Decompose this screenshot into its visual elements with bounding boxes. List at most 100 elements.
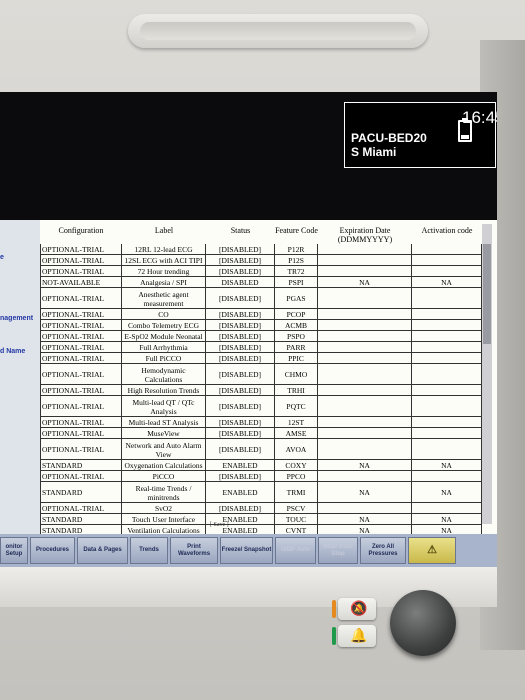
col-expiration-cell[interactable] (318, 417, 412, 428)
left-menu-item[interactable]: e (0, 254, 4, 261)
col-activation-cell[interactable]: NA (412, 514, 482, 525)
col-activation-cell[interactable] (412, 396, 482, 417)
save-button[interactable]: [ Save ] (210, 522, 229, 528)
col-activation-cell[interactable] (412, 320, 482, 331)
col-expiration-cell[interactable] (318, 471, 412, 482)
table-row[interactable]: OPTIONAL-TRIAL Network and Auto Alarm Vie… (40, 439, 482, 460)
col-activation-cell[interactable] (412, 342, 482, 353)
table-row[interactable]: OPTIONAL-TRIAL 12RL 12-lead ECG [DISABLED]… (40, 244, 482, 255)
col-activation-cell[interactable] (412, 244, 482, 255)
table-row[interactable]: STANDARD Touch User Interface ENABLED TOUC N… (40, 514, 482, 525)
col-expiration-cell[interactable] (318, 385, 412, 396)
col-activation-cell[interactable]: NA (412, 482, 482, 503)
col-expiration-cell[interactable] (318, 288, 412, 309)
softkey[interactable]: Trends (130, 537, 168, 564)
table-row[interactable]: STANDARD Oxygenation Calculations ENABLED C… (40, 460, 482, 471)
col-activation-cell[interactable] (412, 385, 482, 396)
col-expiration-cell[interactable] (318, 353, 412, 364)
col-activation-cell[interactable] (412, 417, 482, 428)
softkey[interactable]: Data & Pages (77, 537, 128, 564)
col-expiration-cell[interactable] (318, 342, 412, 353)
col-expiration-cell[interactable] (318, 320, 412, 331)
table-row[interactable]: OPTIONAL-TRIAL Full Arrhythmia [DISABLED] P… (40, 342, 482, 353)
table-row[interactable]: OPTIONAL-TRIAL PiCCO [DISABLED] PPCO (40, 471, 482, 482)
left-menu-item[interactable]: nagement (0, 315, 33, 322)
monitor-handle (128, 14, 428, 48)
col-activation-cell[interactable] (412, 331, 482, 342)
col-label-cell: 12SL ECG with ACI TIPI (122, 255, 206, 266)
table-row[interactable]: OPTIONAL-TRIAL Full PiCCO [DISABLED] PPIC (40, 353, 482, 364)
col-configuration-cell: OPTIONAL-TRIAL (40, 428, 122, 439)
alarm-silence-button[interactable]: 🔕 (332, 598, 376, 620)
table-row[interactable]: OPTIONAL-TRIAL Multi-lead QT / QTc Analys… (40, 396, 482, 417)
table-row[interactable]: OPTIONAL-TRIAL High Resolution Trends [DIS… (40, 385, 482, 396)
col-activation-cell[interactable] (412, 255, 482, 266)
softkey[interactable]: NIBP Auto (275, 537, 316, 564)
table-row[interactable]: OPTIONAL-TRIAL Anesthetic agent measureme… (40, 288, 482, 309)
col-activation-cell[interactable] (412, 288, 482, 309)
col-activation-cell[interactable] (412, 266, 482, 277)
left-menu-item[interactable]: d Name (0, 348, 25, 355)
col-status-cell: [DISABLED] (206, 331, 275, 342)
table-row[interactable]: OPTIONAL-TRIAL CO [DISABLED] PCOP (40, 309, 482, 320)
col-status-cell: [DISABLED] (206, 320, 275, 331)
col-expiration-cell[interactable]: NA (318, 482, 412, 503)
table-row[interactable]: OPTIONAL-TRIAL Multi-lead ST Analysis [DIS… (40, 417, 482, 428)
col-expiration-cell[interactable] (318, 266, 412, 277)
col-status-cell: [DISABLED] (206, 244, 275, 255)
trim-knob[interactable] (390, 590, 456, 656)
table-row[interactable]: OPTIONAL-TRIAL MuseView [DISABLED] AMSE (40, 428, 482, 439)
col-feature-code-cell: TRHI (275, 385, 318, 396)
softkey[interactable]: Zero All Pressures (360, 537, 406, 564)
led-indicator (332, 600, 336, 618)
col-expiration-cell[interactable] (318, 439, 412, 460)
softkey[interactable]: Procedures (30, 537, 75, 564)
alarm-pause-button[interactable]: 🔔 (332, 625, 376, 647)
col-activation-cell[interactable]: NA (412, 460, 482, 471)
col-expiration-cell[interactable] (318, 503, 412, 514)
table-row[interactable]: STANDARD Real-time Trends / minitrends ENA… (40, 482, 482, 503)
col-activation-cell[interactable] (412, 503, 482, 514)
col-activation-cell[interactable] (412, 353, 482, 364)
table-row[interactable]: OPTIONAL-TRIAL Combo Telemetry ECG [DISABL… (40, 320, 482, 331)
softkey[interactable]: Print Waveforms (170, 537, 218, 564)
col-expiration-cell[interactable] (318, 244, 412, 255)
col-expiration-cell[interactable] (318, 309, 412, 320)
col-activation-cell[interactable] (412, 309, 482, 320)
table-row[interactable]: OPTIONAL-TRIAL 72 Hour trending [DISABLED]… (40, 266, 482, 277)
col-activation-cell[interactable] (412, 471, 482, 482)
col-activation-cell[interactable]: NA (412, 277, 482, 288)
col-label-cell: Analgesia / SPI (122, 277, 206, 288)
table-row[interactable]: OPTIONAL-TRIAL E-SpO2 Module Neonatal [DIS… (40, 331, 482, 342)
col-expiration-header: Expiration Date (DDMMYYYY) (337, 226, 393, 244)
col-expiration-cell[interactable] (318, 331, 412, 342)
scroll-thumb[interactable] (483, 244, 491, 344)
col-expiration-cell[interactable]: NA (318, 460, 412, 471)
col-activation-cell[interactable] (412, 428, 482, 439)
softkey[interactable]: NIBP Auto Stop (318, 537, 358, 564)
col-expiration-cell[interactable] (318, 255, 412, 266)
softkey[interactable]: Freeze/ Snapshot (220, 537, 273, 564)
col-label-header: Label (154, 226, 174, 235)
alarm-softkey[interactable]: ⚠ (408, 537, 456, 564)
table-row[interactable]: OPTIONAL-TRIAL 12SL ECG with ACI TIPI [DIS… (40, 255, 482, 266)
col-expiration-cell[interactable] (318, 396, 412, 417)
softkey[interactable]: onitor Setup (0, 537, 28, 564)
col-configuration-cell: OPTIONAL-TRIAL (40, 439, 122, 460)
col-status-cell: [DISABLED] (206, 266, 275, 277)
col-status-cell: ENABLED (206, 460, 275, 471)
col-expiration-cell[interactable]: NA (318, 277, 412, 288)
col-expiration-cell[interactable] (318, 428, 412, 439)
scrollbar[interactable] (482, 224, 492, 524)
table-row[interactable]: OPTIONAL-TRIAL Hemodynamic Calculations [D… (40, 364, 482, 385)
col-expiration-cell[interactable] (318, 364, 412, 385)
col-activation-cell[interactable] (412, 364, 482, 385)
col-status-cell: [DISABLED] (206, 396, 275, 417)
table-row[interactable]: OPTIONAL-TRIAL SvO2 [DISABLED] PSCV (40, 503, 482, 514)
col-configuration-cell: OPTIONAL-TRIAL (40, 255, 122, 266)
col-feature-code-cell: PSCV (275, 503, 318, 514)
table-row[interactable]: NOT-AVAILABLE Analgesia / SPI DISABLED PSPI… (40, 277, 482, 288)
col-status-cell: [DISABLED] (206, 428, 275, 439)
col-activation-cell[interactable] (412, 439, 482, 460)
col-expiration-cell[interactable]: NA (318, 514, 412, 525)
